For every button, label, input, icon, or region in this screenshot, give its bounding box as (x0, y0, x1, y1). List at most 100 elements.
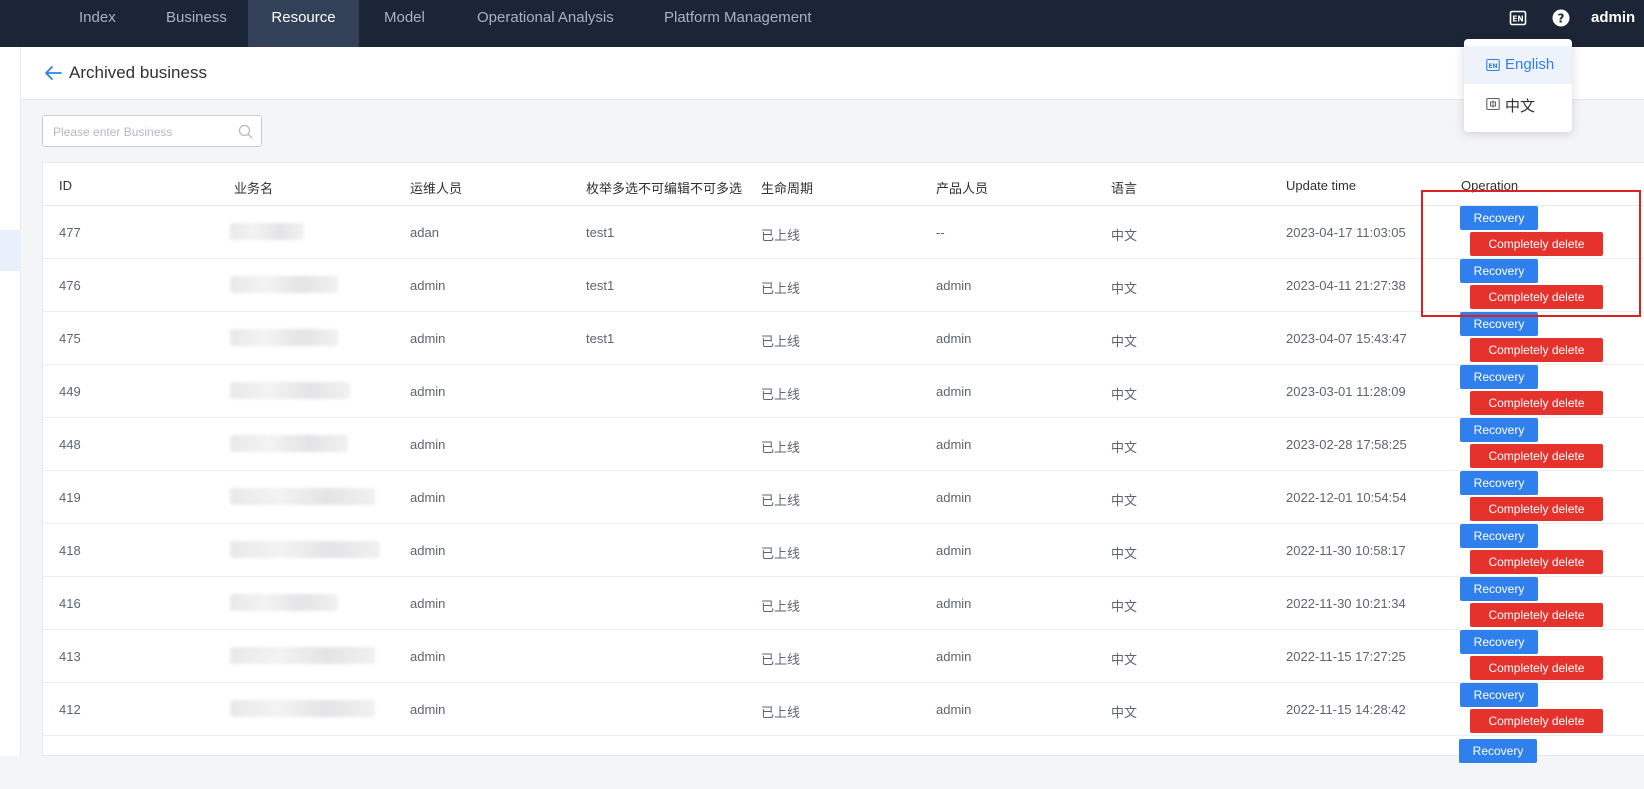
cell-product-staff: admin (936, 331, 972, 346)
table-header: ID 业务名 运维人员 枚举多选不可编辑不可多选 生命周期 产品人员 语言 Up… (43, 163, 1644, 206)
language-option-chinese[interactable]: 中文 (1464, 85, 1572, 123)
completely-delete-button[interactable]: Completely delete (1470, 603, 1603, 627)
cell-ops-staff: adan (410, 225, 439, 240)
cell-update-time: 2023-03-01 11:28:09 (1286, 384, 1406, 399)
nav-item-platform-management[interactable]: Platform Management (664, 0, 812, 47)
cell-update-time: 2022-11-15 17:27:25 (1286, 649, 1406, 664)
recovery-button[interactable]: Recovery (1460, 524, 1538, 548)
completely-delete-button[interactable]: Completely delete (1470, 444, 1603, 468)
column-header-lifecycle: 生命周期 (761, 181, 814, 196)
language-icon[interactable]: EN (1509, 9, 1527, 27)
completely-delete-button[interactable]: Completely delete (1470, 656, 1603, 680)
back-arrow-icon[interactable] (43, 65, 63, 81)
cell-lifecycle: 已上线 (761, 705, 801, 720)
table-row: 475 admin test1 已上线 admin 中文 2023-04-07 15:43:… (43, 312, 1644, 365)
search-input[interactable] (53, 122, 233, 142)
highlight-box (1421, 190, 1641, 317)
help-icon[interactable]: ? (1552, 9, 1570, 27)
nav-item-model[interactable]: Model (384, 0, 425, 47)
redacted-business-name (230, 276, 338, 293)
user-name[interactable]: admin (1591, 9, 1635, 26)
redacted-business-name (230, 435, 348, 452)
language-option-english[interactable]: EN English (1464, 46, 1572, 84)
cell-product-staff: admin (936, 490, 972, 505)
recovery-button[interactable]: Recovery (1460, 683, 1538, 707)
svg-text:EN: EN (1512, 15, 1523, 24)
recovery-button[interactable]: Recovery (1460, 365, 1538, 389)
recovery-button[interactable]: Recovery (1460, 418, 1538, 442)
nav-item-resource[interactable]: Resource (248, 0, 359, 47)
column-header-id: ID (59, 178, 72, 193)
completely-delete-button[interactable]: Completely delete (1470, 709, 1603, 733)
cell-language: 中文 (1111, 493, 1138, 508)
cell-id: 413 (59, 649, 81, 664)
cell-language: 中文 (1111, 705, 1138, 720)
nav-item-business[interactable]: Business (166, 0, 227, 47)
cell-update-time: 2023-02-28 17:58:25 (1286, 437, 1407, 452)
cell-id: 416 (59, 596, 81, 611)
cell-product-staff: admin (936, 596, 972, 611)
cell-ops-staff: admin (410, 490, 446, 505)
redacted-business-name (230, 541, 380, 558)
table-row: 412 admin 已上线 admin 中文 2022-11-15 14:28:42 Rec… (43, 683, 1644, 736)
language-dropdown: EN English 中文 (1464, 39, 1572, 132)
sidebar-active-marker (0, 230, 21, 271)
cell-enum: test1 (586, 278, 615, 293)
table-row: 418 admin 已上线 admin 中文 2022-11-30 10:58:17 Rec… (43, 524, 1644, 577)
completely-delete-button[interactable]: Completely delete (1470, 497, 1603, 521)
table-row: 449 admin 已上线 admin 中文 2023-03-01 11:28:09 Rec… (43, 365, 1644, 418)
cell-language: 中文 (1111, 387, 1138, 402)
recovery-button[interactable]: Recovery (1460, 471, 1538, 495)
search-icon[interactable] (238, 124, 253, 139)
table-row: 476 admin test1 已上线 admin 中文 2023-04-11 21:27:… (43, 259, 1644, 312)
nav-item-index[interactable]: Index (79, 0, 116, 47)
recovery-button[interactable]: Recovery (1460, 630, 1538, 654)
page-title: Archived business (69, 63, 207, 82)
cell-ops-staff: admin (410, 331, 446, 346)
redacted-business-name (230, 700, 375, 717)
cell-language: 中文 (1111, 334, 1138, 349)
svg-text:?: ? (1558, 12, 1565, 26)
cell-lifecycle: 已上线 (761, 599, 801, 614)
recovery-button[interactable]: Recovery (1460, 577, 1538, 601)
language-option-label: 中文 (1505, 98, 1536, 115)
cell-enum: test1 (586, 331, 615, 346)
cell-product-staff: admin (936, 384, 972, 399)
cell-language: 中文 (1111, 599, 1138, 614)
cell-ops-staff: admin (410, 649, 446, 664)
table-row: 416 admin 已上线 admin 中文 2022-11-30 10:21:34 Rec… (43, 577, 1644, 630)
en-icon: EN (1486, 58, 1500, 72)
cell-product-staff: admin (936, 543, 972, 558)
completely-delete-button[interactable]: Completely delete (1470, 338, 1603, 362)
language-option-label: English (1505, 56, 1555, 73)
cell-update-time: 2022-11-15 14:28:42 (1286, 702, 1406, 717)
cell-id: 477 (59, 225, 81, 240)
cell-lifecycle: 已上线 (761, 387, 801, 402)
table-row: 419 admin 已上线 admin 中文 2022-12-01 10:54:54 Rec… (43, 471, 1644, 524)
redacted-business-name (230, 594, 338, 611)
cell-update-time: 2022-12-01 10:54:54 (1286, 490, 1407, 505)
cell-enum: test1 (586, 225, 615, 240)
cell-ops-staff: admin (410, 278, 446, 293)
redacted-business-name (230, 382, 350, 399)
cell-product-staff: admin (936, 649, 972, 664)
svg-text:EN: EN (1488, 63, 1497, 70)
redacted-business-name (230, 329, 338, 346)
cell-update-time: 2023-04-11 21:27:38 (1286, 278, 1406, 293)
completely-delete-button[interactable]: Completely delete (1470, 550, 1603, 574)
redacted-business-name (230, 647, 375, 664)
column-header-product-staff: 产品人员 (936, 181, 989, 196)
recovery-button[interactable]: Recovery (1459, 739, 1537, 763)
search-box (42, 115, 262, 147)
nav-item-operational-analysis[interactable]: Operational Analysis (477, 0, 614, 47)
cell-id: 449 (59, 384, 81, 399)
cell-update-time: 2023-04-17 11:03:05 (1286, 225, 1406, 240)
cell-language: 中文 (1111, 228, 1138, 243)
redacted-business-name (230, 223, 304, 240)
cell-ops-staff: admin (410, 596, 446, 611)
completely-delete-button[interactable]: Completely delete (1470, 391, 1603, 415)
nav-item-resource-label: Resource (271, 9, 336, 26)
cell-language: 中文 (1111, 546, 1138, 561)
cell-lifecycle: 已上线 (761, 228, 801, 243)
cell-lifecycle: 已上线 (761, 546, 801, 561)
